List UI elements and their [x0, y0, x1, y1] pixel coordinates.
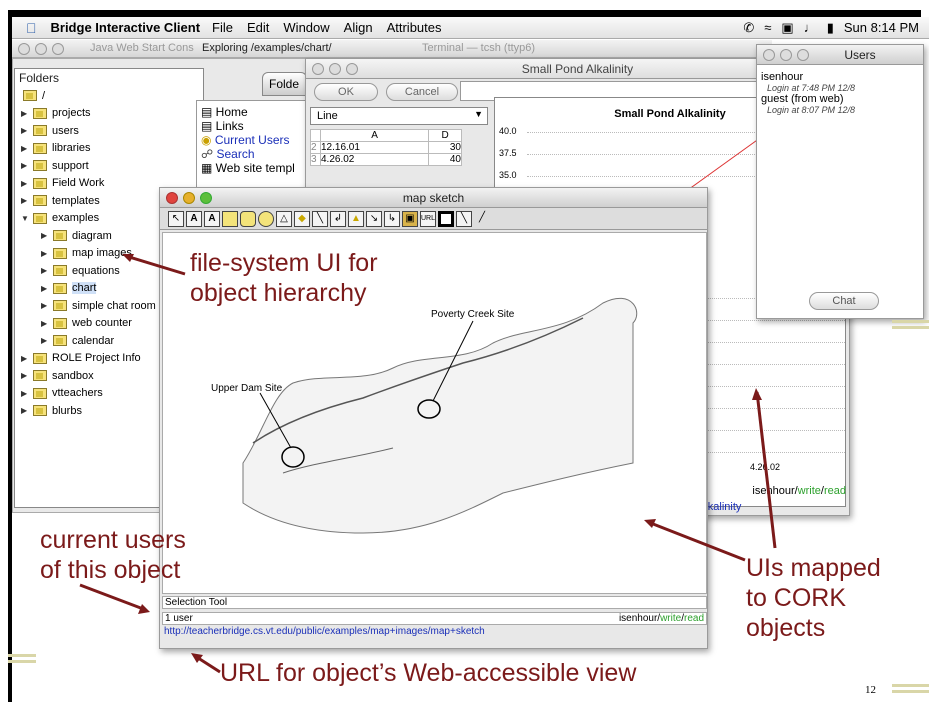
arrow-ui-chart: [755, 391, 777, 549]
arrow-ui-map: [647, 520, 746, 562]
slide-decoration: [892, 320, 929, 323]
annotation-arrows: [79, 254, 777, 674]
slide-decoration: [892, 690, 929, 693]
slide-decoration: [892, 684, 929, 687]
arrow-filesystem: [125, 254, 186, 276]
slide-decoration: [8, 660, 36, 663]
slide-decoration: [8, 654, 36, 657]
slide-decoration: [892, 326, 929, 329]
arrow-current-users: [79, 583, 147, 612]
arrowhead: [752, 388, 762, 400]
